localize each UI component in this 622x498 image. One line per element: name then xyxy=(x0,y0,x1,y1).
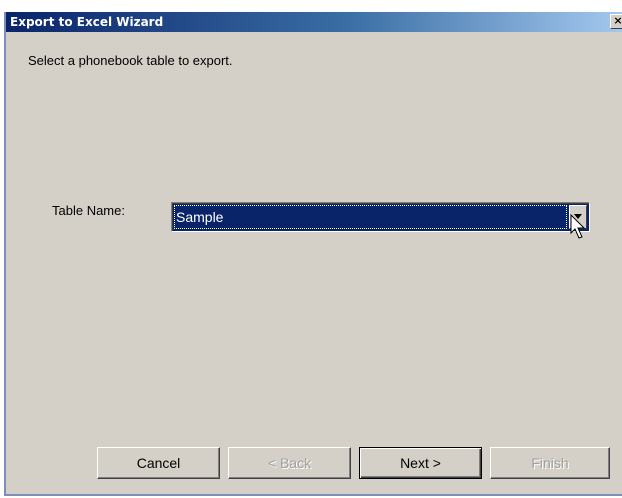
mouse-pointer-icon xyxy=(570,214,586,239)
focus-rectangle xyxy=(174,205,567,229)
export-wizard-dialog: Export to Excel Wizard × xyxy=(4,12,622,496)
cancel-button[interactable]: Cancel xyxy=(97,447,220,479)
table-name-value: Sample xyxy=(176,209,224,225)
next-button[interactable]: Next > xyxy=(359,447,482,479)
back-button[interactable]: < Back xyxy=(228,447,351,479)
close-icon: × xyxy=(613,14,622,27)
window-title: Export to Excel Wizard xyxy=(10,15,164,29)
instruction-text: Select a phonebook table to export. xyxy=(28,53,233,68)
table-name-dropdown[interactable]: Sample xyxy=(171,202,590,232)
finish-button[interactable]: Finish xyxy=(490,447,610,479)
title-bar[interactable]: Export to Excel Wizard × xyxy=(6,12,622,32)
table-name-label: Table Name: xyxy=(52,203,125,218)
close-button[interactable]: × xyxy=(610,14,622,29)
